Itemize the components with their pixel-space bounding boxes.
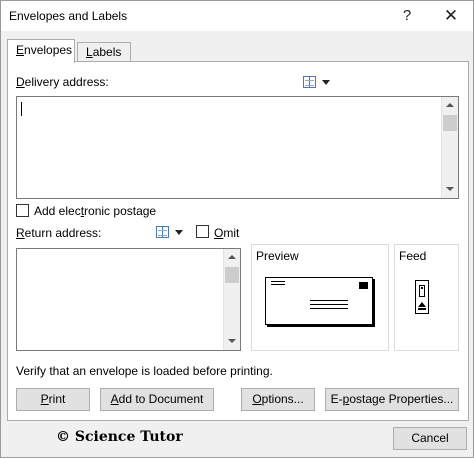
omit-checkbox[interactable] xyxy=(196,225,209,238)
scroll-up-icon[interactable] xyxy=(224,249,240,266)
options-button[interactable]: Options... xyxy=(241,388,315,411)
delivery-address-book-button[interactable] xyxy=(303,75,331,89)
scroll-thumb[interactable] xyxy=(443,115,457,131)
return-address-scrollbar[interactable] xyxy=(223,249,240,350)
envelopes-and-labels-dialog: Envelopes and Labels ? ✕ Envelopes Label… xyxy=(0,0,474,458)
help-button[interactable]: ? xyxy=(393,3,421,29)
dialog-title: Envelopes and Labels xyxy=(9,9,128,23)
delivery-address-scrollbar[interactable] xyxy=(441,97,458,198)
address-book-icon xyxy=(156,226,169,238)
watermark-text: © Science Tutor xyxy=(56,429,183,445)
scroll-down-icon[interactable] xyxy=(224,333,240,350)
address-book-icon xyxy=(303,76,316,88)
tab-envelopes[interactable]: Envelopes xyxy=(7,39,75,63)
envelope-preview[interactable] xyxy=(265,277,373,325)
electronic-postage-label: Add electronic postage xyxy=(34,204,157,218)
omit-label: Omit xyxy=(214,226,240,240)
dropdown-arrow-icon xyxy=(322,80,330,85)
print-button[interactable]: Print xyxy=(16,388,90,411)
return-address-input[interactable] xyxy=(16,248,241,351)
cancel-button[interactable]: Cancel xyxy=(393,427,467,450)
preview-group: Preview xyxy=(251,244,389,351)
delivery-address-input[interactable] xyxy=(16,96,459,199)
delivery-address-label: Delivery address: xyxy=(16,75,109,89)
feed-title: Feed xyxy=(399,249,427,263)
return-address-book-button[interactable] xyxy=(156,225,184,239)
dropdown-arrow-icon xyxy=(175,230,183,235)
envelopes-panel: Delivery address: Add electronic postage… xyxy=(7,61,469,421)
stamp-icon xyxy=(359,282,368,289)
electronic-postage-checkbox[interactable] xyxy=(16,204,29,217)
scroll-down-icon[interactable] xyxy=(442,181,458,198)
epostage-properties-button[interactable]: E-postage Properties... xyxy=(325,388,459,411)
preview-title: Preview xyxy=(256,249,299,263)
feed-icon[interactable] xyxy=(415,280,429,314)
status-text: Verify that an envelope is loaded before… xyxy=(16,364,273,378)
tab-labels[interactable]: Labels xyxy=(77,42,131,62)
close-button[interactable]: ✕ xyxy=(437,3,465,29)
return-address-label: Return address: xyxy=(16,226,102,240)
feed-group: Feed xyxy=(394,244,459,351)
title-bar: Envelopes and Labels ? ✕ xyxy=(1,1,473,31)
add-to-document-button[interactable]: Add to Document xyxy=(100,388,214,411)
text-caret xyxy=(21,102,22,116)
scroll-up-icon[interactable] xyxy=(442,97,458,114)
scroll-thumb[interactable] xyxy=(225,267,239,283)
